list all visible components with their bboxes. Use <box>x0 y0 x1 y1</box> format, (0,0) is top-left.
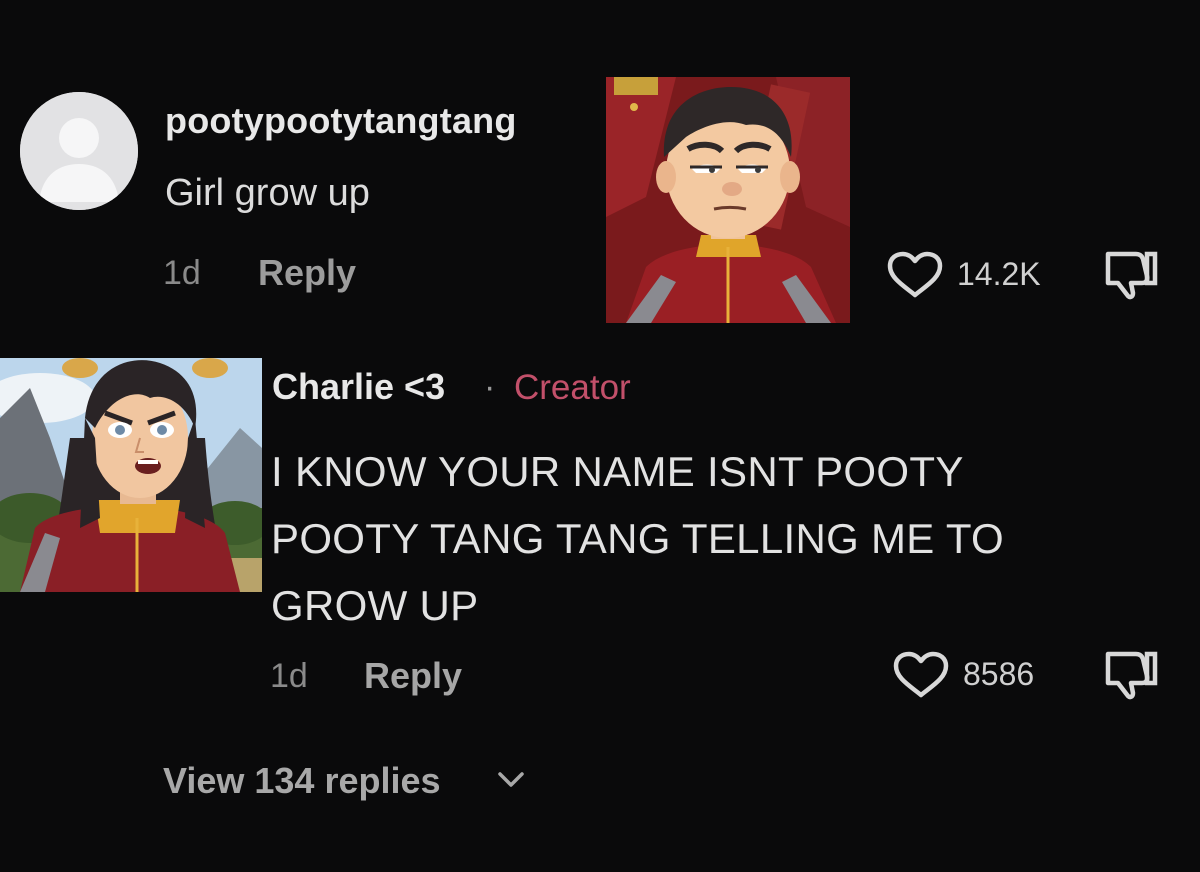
comment-text: I KNOW YOUR NAME ISNT POOTY POOTY TANG T… <box>271 448 1004 629</box>
comment-username[interactable]: Charlie <3 <box>272 366 445 408</box>
heart-icon[interactable] <box>890 651 952 699</box>
comment-sticker-image <box>606 77 850 323</box>
reply-button[interactable]: Reply <box>258 252 356 294</box>
default-avatar-icon <box>20 92 138 210</box>
comment-username[interactable]: pootypootytangtang <box>165 100 517 142</box>
comment-timestamp: 1d <box>163 254 201 292</box>
separator-dot: · <box>484 368 496 406</box>
chevron-down-icon[interactable] <box>494 764 528 794</box>
comment-timestamp: 1d <box>270 657 308 695</box>
avatar-charlie[interactable] <box>0 358 262 592</box>
creator-badge: Creator <box>514 368 631 407</box>
dislike-icon[interactable] <box>1100 648 1160 700</box>
heart-icon[interactable] <box>884 251 946 299</box>
avatar-pootypootytangtang[interactable] <box>20 92 138 210</box>
view-replies-button[interactable]: View 134 replies <box>163 760 441 802</box>
like-count: 8586 <box>963 656 1035 692</box>
dislike-icon[interactable] <box>1100 248 1160 300</box>
comment-text: Girl grow up <box>165 172 370 214</box>
like-count: 14.2K <box>957 256 1041 292</box>
reply-button[interactable]: Reply <box>364 655 462 697</box>
